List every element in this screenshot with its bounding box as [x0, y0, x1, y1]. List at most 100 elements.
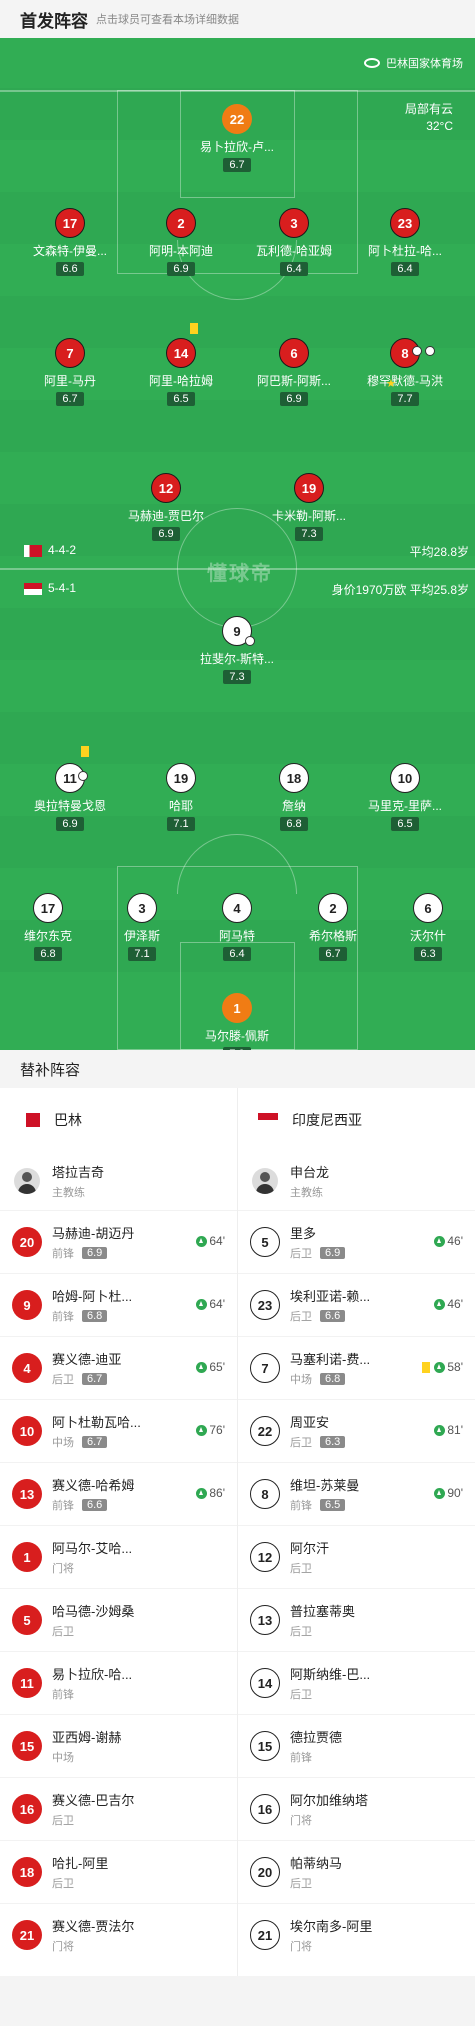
player-name: 周亚安 — [290, 1415, 330, 1430]
bench-player[interactable]: 1 阿马尔-艾哈... 门将 — [0, 1525, 237, 1588]
away-player[interactable]: 1马尔滕-佩斯7.0 — [177, 993, 297, 1050]
sub-on-badge: 46' — [434, 1234, 463, 1248]
player-name: 哈马德-沙姆桑 — [52, 1604, 135, 1619]
home-player[interactable]: 22 易卜拉欣-卢... 6.7 — [177, 104, 297, 173]
away-team-header[interactable]: 印度尼西亚 — [238, 1088, 475, 1152]
player-name: 埃尔南多-阿里 — [290, 1919, 373, 1934]
home-player[interactable]: 6 阿巴斯-阿斯... 6.9 — [234, 338, 354, 407]
bench-player[interactable]: 21 赛义德-贾法尔 门将 — [0, 1903, 237, 1966]
player-name: 阿尔汗 — [290, 1541, 330, 1556]
player-position: 前锋 — [52, 1689, 74, 1701]
bench-player[interactable]: 5 里多 后卫 6.9 46' — [238, 1210, 475, 1273]
player-position: 后卫 — [290, 1626, 312, 1638]
shirt-number: 9 — [12, 1290, 42, 1320]
shirt-number: 17 — [33, 893, 63, 923]
shirt-number: 18 — [279, 763, 309, 793]
sub-on-badge: 86' — [196, 1486, 225, 1500]
bench-player[interactable]: 8 维坦-苏莱曼 前锋 6.5 90' — [238, 1462, 475, 1525]
bench-player[interactable]: 11 易卜拉欣-哈... 前锋 — [0, 1651, 237, 1714]
home-player[interactable]: 23 阿卜杜拉-哈... 6.4 — [345, 208, 465, 277]
player-position: 中场 — [52, 1437, 74, 1449]
player-name: 赛义德-巴吉尔 — [52, 1793, 135, 1808]
shirt-number: 20 — [12, 1227, 42, 1257]
indonesia-flag-icon — [24, 582, 42, 595]
bench-player[interactable]: 12 阿尔汗 后卫 — [238, 1525, 475, 1588]
section-subtitle: 点击球员可查看本场详细数据 — [96, 14, 239, 26]
shirt-number: 15 — [12, 1731, 42, 1761]
player-rating: 6.7 — [82, 1373, 108, 1385]
bench-player[interactable]: 4 赛义德-迪亚 后卫 6.7 65' — [0, 1336, 237, 1399]
shirt-number: 22 — [222, 104, 252, 134]
shirt-number: 13 — [250, 1605, 280, 1635]
shirt-number: 7 — [250, 1353, 280, 1383]
bench-player[interactable]: 18 哈扎-阿里 后卫 — [0, 1840, 237, 1903]
home-player[interactable]: 7 阿里-马丹 6.7 — [10, 338, 130, 407]
away-player[interactable]: 11 奥拉特曼戈恩 6.9 — [10, 763, 130, 832]
away-player[interactable]: 18 詹纳 6.8 — [234, 763, 354, 832]
away-player[interactable]: 9 拉斐尔-斯特... 7.3 — [177, 616, 297, 685]
coach-name: 塔拉吉奇 — [52, 1165, 105, 1180]
home-player[interactable]: 17 文森特-伊曼... 6.6 — [10, 208, 130, 277]
away-player[interactable]: 6 沃尔什 6.3 — [368, 893, 475, 962]
bench-player[interactable]: 15 亚西姆-谢赫 中场 — [0, 1714, 237, 1777]
yellow-card-icon — [81, 746, 89, 757]
bench-player[interactable]: 15 德拉贾德 前锋 — [238, 1714, 475, 1777]
away-player[interactable]: 10 马里克-里萨... 6.5 — [345, 763, 465, 832]
bench-player[interactable]: 13 赛义德-哈希姆 前锋 6.6 86' — [0, 1462, 237, 1525]
bench-player[interactable]: 14 阿斯纳维-巴... 后卫 — [238, 1651, 475, 1714]
home-player[interactable]: 12 马赫迪-贾巴尔 6.9 — [106, 473, 226, 542]
bench-player[interactable]: 16 赛义德-巴吉尔 后卫 — [0, 1777, 237, 1840]
home-coach[interactable]: 塔拉吉奇 主教练 — [0, 1152, 237, 1210]
player-position: 前锋 — [52, 1500, 74, 1512]
player-rating: 6.7 — [82, 1436, 108, 1448]
player-name: 阿卜杜勒瓦哈... — [52, 1415, 141, 1430]
bench-player[interactable]: 20 马赫迪-胡迈丹 前锋 6.9 64' — [0, 1210, 237, 1273]
home-player[interactable]: 19 卡米勒-阿斯... 7.3 — [249, 473, 369, 542]
bench-player[interactable]: 22 周亚安 后卫 6.3 81' — [238, 1399, 475, 1462]
home-player[interactable]: 3 瓦利德-哈亚姆 6.4 — [234, 208, 354, 277]
sub-on-icon — [196, 1298, 208, 1310]
venue: 巴林国家体育场 — [364, 55, 463, 71]
bench-player[interactable]: 23 埃利亚诺-赖... 后卫 6.6 46' — [238, 1273, 475, 1336]
player-position: 后卫 — [290, 1563, 312, 1575]
away-bench: 印度尼西亚 申台龙 主教练 5 里多 后卫 6.9 46' 23 埃利亚诺-赖... 后卫 6.… — [238, 1088, 475, 1966]
bench-player[interactable]: 5 哈马德-沙姆桑 后卫 — [0, 1588, 237, 1651]
sub-on-badge: 65' — [196, 1360, 225, 1374]
home-player[interactable]: 8 穆罕默德-马洪 7.7 — [345, 338, 465, 407]
sub-on-icon — [434, 1424, 446, 1436]
player-name: 哈耶 — [168, 799, 193, 813]
player-rating: 6.3 — [320, 1436, 346, 1448]
player-name: 哈扎-阿里 — [52, 1856, 109, 1871]
shirt-number: 13 — [12, 1479, 42, 1509]
away-player[interactable]: 19 哈耶 7.1 — [121, 763, 241, 832]
bench-player[interactable]: 9 哈姆-阿卜杜... 前锋 6.8 64' — [0, 1273, 237, 1336]
coach-role: 主教练 — [290, 1187, 323, 1199]
player-position: 门将 — [52, 1563, 74, 1575]
sub-on-icon — [196, 1235, 208, 1247]
bench-player[interactable]: 21 埃尔南多-阿里 门将 — [238, 1903, 475, 1966]
coach-name: 申台龙 — [290, 1165, 330, 1180]
shirt-number: 15 — [250, 1731, 280, 1761]
player-rating: 6.9 — [320, 1247, 346, 1259]
player-rating: 6.6 — [82, 1499, 108, 1511]
section-title: 首发阵容 — [20, 11, 88, 31]
sub-on-badge: 81' — [434, 1423, 463, 1437]
bench-player[interactable]: 20 帕蒂纳马 后卫 — [238, 1840, 475, 1903]
away-coach[interactable]: 申台龙 主教练 — [238, 1152, 475, 1210]
player-position: 前锋 — [52, 1311, 74, 1323]
home-player[interactable]: 2 阿明-本阿迪 6.9 — [121, 208, 241, 277]
player-position: 前锋 — [52, 1248, 74, 1260]
bench-player[interactable]: 10 阿卜杜勒瓦哈... 中场 6.7 76' — [0, 1399, 237, 1462]
player-rating: 6.8 — [82, 1310, 108, 1322]
shirt-number: 3 — [127, 893, 157, 923]
player-name: 阿马尔-艾哈... — [52, 1541, 133, 1556]
player-name: 卡米勒-阿斯... — [272, 509, 346, 523]
home-team-header[interactable]: 巴林 — [0, 1088, 237, 1152]
bench-player[interactable]: 16 阿尔加维纳塔 门将 — [238, 1777, 475, 1840]
player-position: 后卫 — [290, 1248, 312, 1260]
bench-player[interactable]: 7 马塞利诺-费... 中场 6.8 58' — [238, 1336, 475, 1399]
home-player[interactable]: 14 阿里-哈拉姆 6.5 — [121, 338, 241, 407]
player-rating: 6.7 — [56, 392, 84, 406]
bench-player[interactable]: 13 普拉塞蒂奥 后卫 — [238, 1588, 475, 1651]
shirt-number: 1 — [222, 993, 252, 1023]
